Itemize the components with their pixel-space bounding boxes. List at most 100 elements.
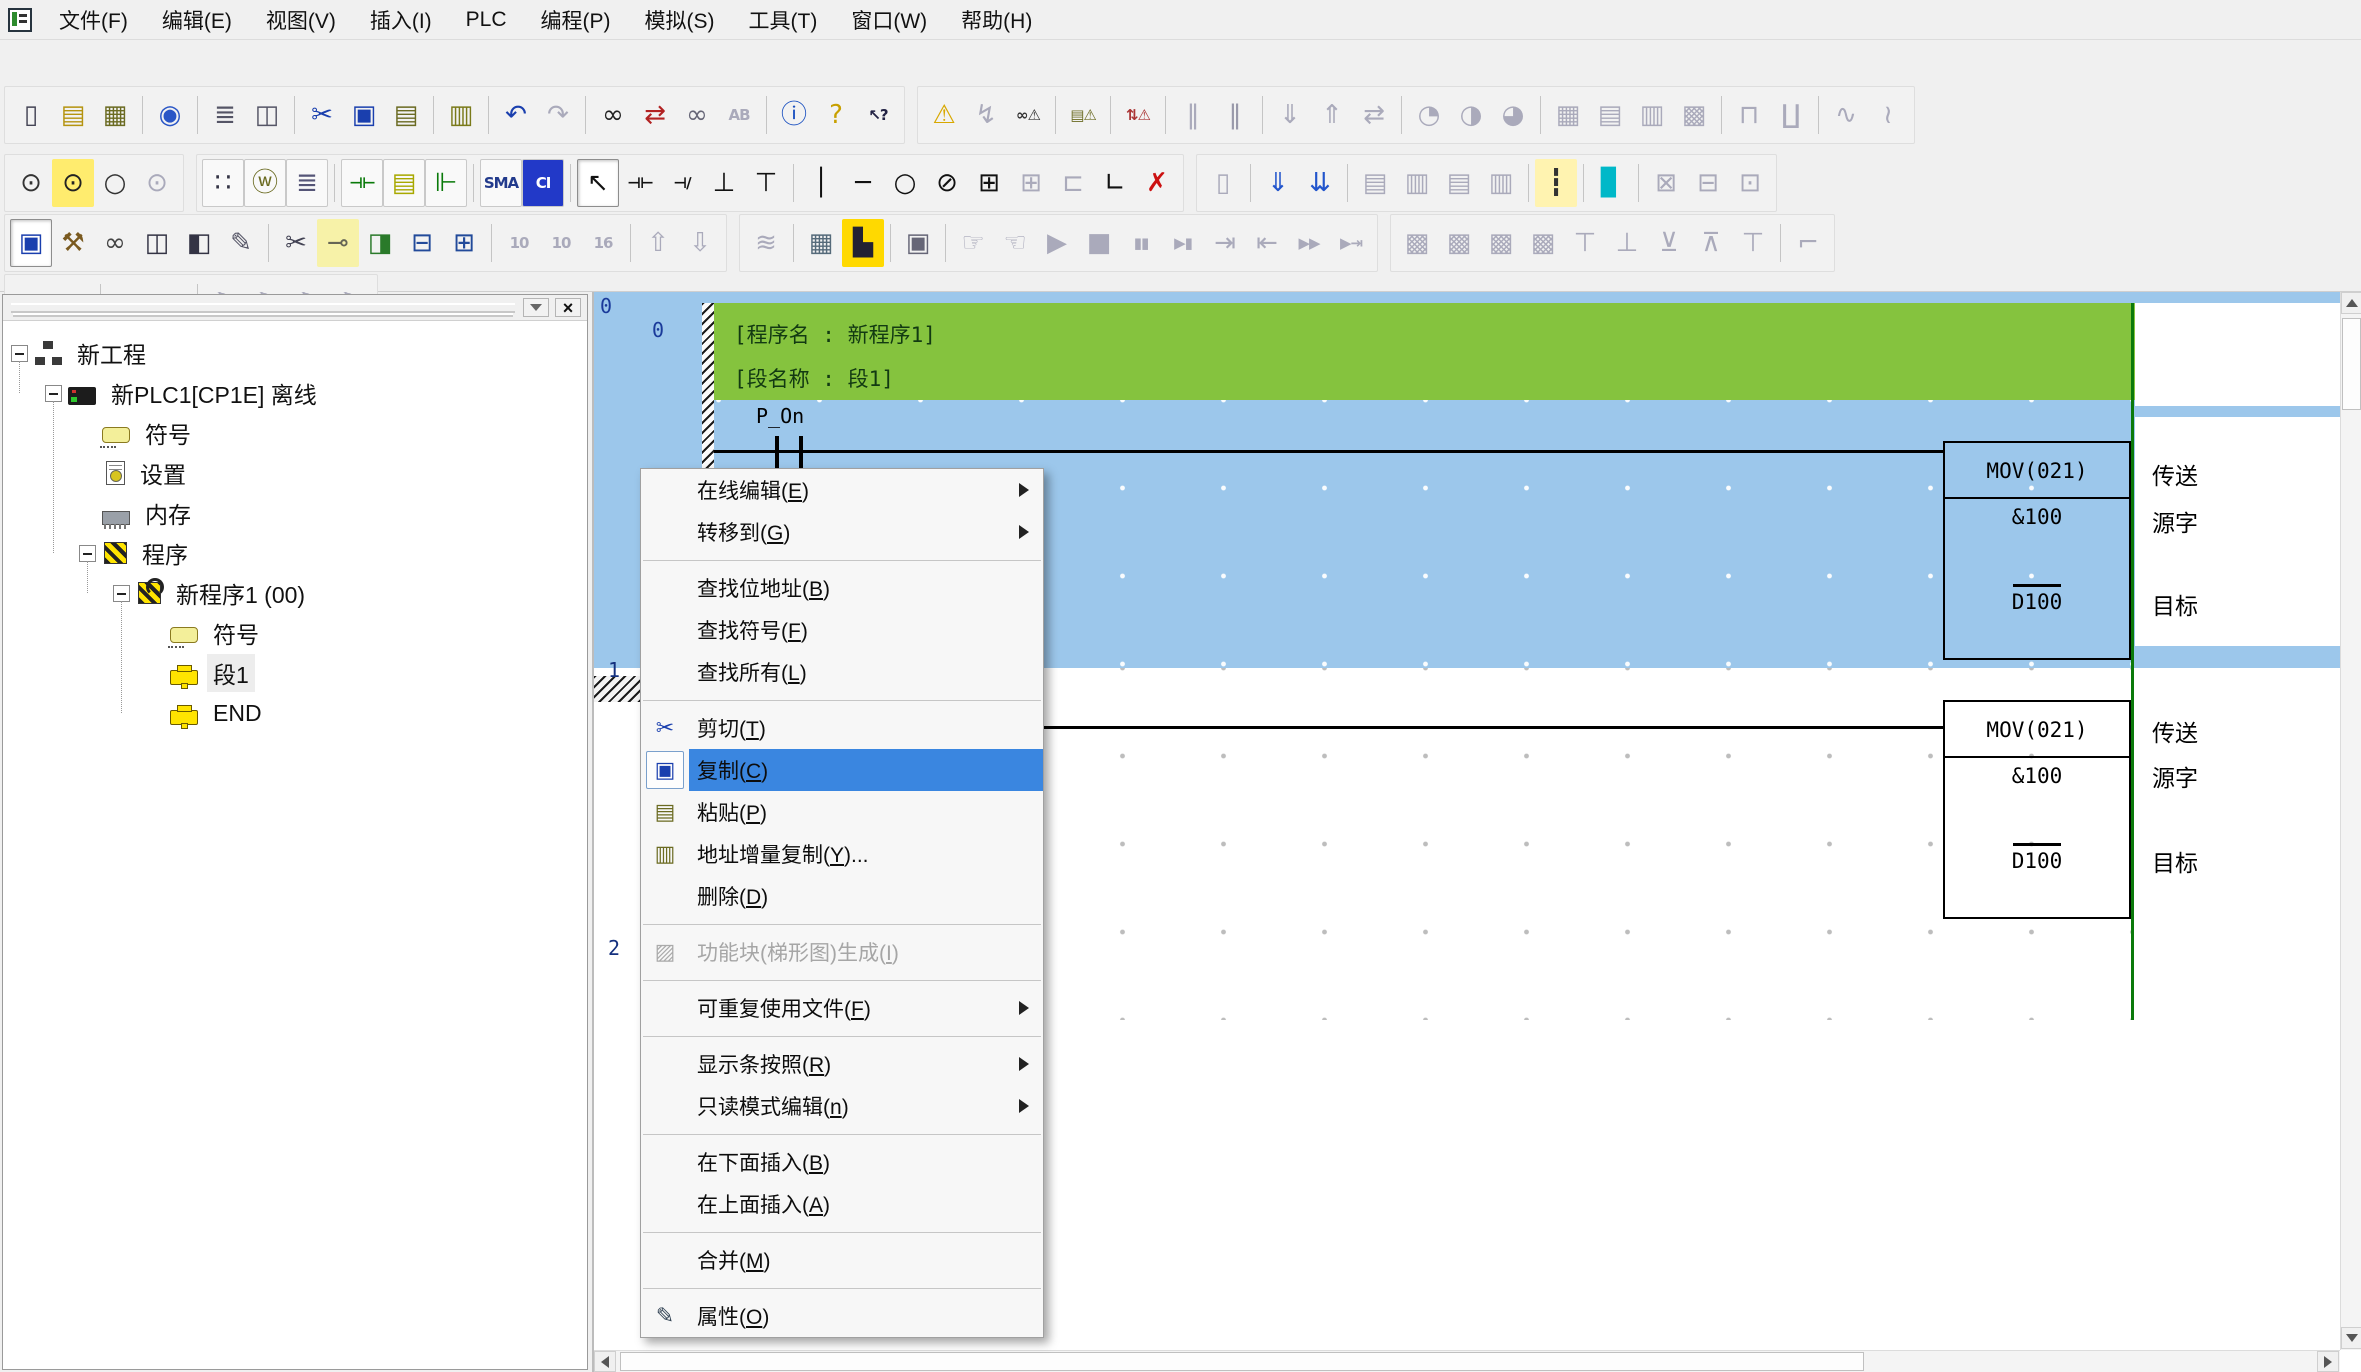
horizontal-scrollbar[interactable] <box>594 1350 2340 1372</box>
workspace-drag-grip[interactable] <box>11 303 515 313</box>
context-menu-item-cut[interactable]: ✂剪切(T) <box>641 707 1043 749</box>
select-mode-icon[interactable]: ↖ <box>577 159 619 207</box>
simulator-save-icon[interactable]: ▦ <box>800 219 842 267</box>
zoom-in-icon[interactable]: ⊙ <box>10 159 52 207</box>
expand-box-program1[interactable] <box>113 585 130 602</box>
change-plc-model-icon[interactable]: ◉ <box>149 91 191 139</box>
show-diagram-window-icon[interactable]: ▣ <box>10 219 52 267</box>
new-file-icon[interactable]: ▯ <box>10 91 52 139</box>
context-menu-item-readonly-edit[interactable]: 只读模式编辑(n) <box>641 1085 1043 1127</box>
find-report-icon[interactable]: ∞⚠ <box>1007 91 1049 139</box>
expand-box-plc[interactable] <box>45 385 62 402</box>
new-instruction-icon[interactable]: ⊞ <box>968 159 1010 207</box>
expand-box-programs[interactable] <box>79 545 96 562</box>
scroll-up-button[interactable] <box>2341 292 2361 314</box>
tree-item-program1[interactable]: 新程序1 (00) <box>3 573 587 613</box>
context-menu-item-find-symbol[interactable]: 查找符号(F) <box>641 609 1043 651</box>
menubar-item-insert[interactable]: 插入(I) <box>353 0 449 39</box>
tree-item-settings[interactable]: 设置 <box>3 453 587 493</box>
work-online-simulator-icon[interactable]: ▙ <box>842 219 884 267</box>
new-or-contact-icon[interactable]: ⊥ <box>703 159 745 207</box>
save-icon[interactable]: ▦ <box>94 91 136 139</box>
menubar-item-help[interactable]: 帮助(H) <box>944 0 1049 39</box>
tree-item-plc[interactable]: 新PLC1[CP1E] 离线 <box>3 373 587 413</box>
zoom-out-icon[interactable]: ○ <box>94 159 136 207</box>
address-increment-paste-icon[interactable]: ▥ <box>440 91 482 139</box>
view-local-symbols-icon[interactable]: ∞ <box>94 219 136 267</box>
context-menu-item-properties[interactable]: ✎属性(O) <box>641 1295 1043 1337</box>
rung-wrapping-icon[interactable]: ✎ <box>220 219 262 267</box>
tree-item-memory[interactable]: 内存 <box>3 493 587 533</box>
online-transfer-check-icon[interactable]: ⇅⚠ <box>1117 91 1159 139</box>
new-or-closed-contact-icon[interactable]: ⊤ <box>745 159 787 207</box>
context-menu-item-reusable-file[interactable]: 可重复使用文件(F) <box>641 987 1043 1029</box>
new-closed-contact-icon[interactable]: ⊣∕ <box>661 159 703 207</box>
print-preview-icon[interactable]: ◫ <box>246 91 288 139</box>
context-menu-item-address-increment-copy[interactable]: ▥地址增量复制(Y)... <box>641 833 1043 875</box>
context-menu-item-insert-below[interactable]: 在下面插入(B) <box>641 1141 1043 1183</box>
destination-operand[interactable]: D100 <box>1945 849 2129 873</box>
tree-item-symbols-global[interactable]: 符号 <box>3 413 587 453</box>
show-rung-annotation-icon[interactable]: ≣ <box>286 159 328 207</box>
open-file-icon[interactable]: ▤ <box>52 91 94 139</box>
destination-operand[interactable]: D100 <box>1945 590 2129 614</box>
io-comment-window-icon[interactable]: ◧ <box>178 219 220 267</box>
new-coil-icon[interactable]: ○ <box>884 159 926 207</box>
symbol-table-icon[interactable]: ⊸ <box>317 219 359 267</box>
tree-item-project[interactable]: 新工程 <box>3 333 587 373</box>
horizontal-scroll-thumb[interactable] <box>620 1352 1864 1371</box>
show-comments-icon[interactable]: ⓦ <box>244 159 286 207</box>
tree-item-programs[interactable]: 程序 <box>3 533 587 573</box>
menubar-item-window[interactable]: 窗口(W) <box>834 0 944 39</box>
expand-box-project[interactable] <box>11 345 28 362</box>
workspace-titlebar[interactable]: × <box>3 295 587 321</box>
view-tree-icon[interactable]: ⊩ <box>425 159 467 207</box>
watch-window-icon[interactable]: ⊟ <box>401 219 443 267</box>
function-block-generate-icon[interactable]: ▊ <box>1590 159 1632 207</box>
context-menu-item-merge[interactable]: 合并(M) <box>641 1239 1043 1281</box>
vertical-scrollbar[interactable] <box>2340 292 2361 1350</box>
print-icon[interactable]: ≣ <box>204 91 246 139</box>
scroll-left-button[interactable] <box>594 1351 616 1372</box>
source-operand[interactable]: &100 <box>1945 505 2129 529</box>
context-menu-item-find-all[interactable]: 查找所有(L) <box>641 651 1043 693</box>
address-reference-tool-icon[interactable]: ⊞ <box>443 219 485 267</box>
scroll-down-button[interactable] <box>2341 1327 2361 1349</box>
find-icon[interactable]: ∞ <box>592 91 634 139</box>
menubar-item-tools[interactable]: 工具(T) <box>732 0 835 39</box>
toolbox-icon[interactable]: ⚒ <box>52 219 94 267</box>
paste-icon[interactable]: ▤ <box>385 91 427 139</box>
copy-icon[interactable]: ▣ <box>343 91 385 139</box>
cut-icon[interactable]: ✂ <box>301 91 343 139</box>
view-ladder-icon[interactable]: ▤ <box>383 159 425 207</box>
context-menu-item-go-to[interactable]: 转移到(G) <box>641 511 1043 553</box>
view-ci-dialog-icon[interactable]: CI <box>522 159 564 207</box>
mov-instruction-block-1[interactable]: MOV(021) &100 D100 <box>1943 441 2131 660</box>
new-vertical-line-icon[interactable]: │ <box>800 159 842 207</box>
context-menu-item-paste[interactable]: ▤粘贴(P) <box>641 791 1043 833</box>
new-contact-icon[interactable]: ⊣⊢ <box>619 159 661 207</box>
workspace-dropdown-button[interactable] <box>523 298 549 317</box>
about-icon[interactable]: ⓘ <box>773 91 815 139</box>
line-delete-icon[interactable]: ✗ <box>1136 159 1178 207</box>
zoom-to-fit-icon[interactable]: ⊙ <box>52 159 94 207</box>
scroll-right-button[interactable] <box>2317 1351 2339 1372</box>
monitor-window-icon[interactable]: ◫ <box>136 219 178 267</box>
search-project-icon[interactable]: ∞ <box>676 91 718 139</box>
context-menu-item-find-bit-address[interactable]: 查找位地址(B) <box>641 567 1043 609</box>
tree-item-end[interactable]: END <box>3 693 587 733</box>
vertical-scroll-thumb[interactable] <box>2342 318 2361 410</box>
transfer-check-icon[interactable]: ▤⚠ <box>1062 91 1104 139</box>
context-menu-item-insert-above[interactable]: 在上面插入(A) <box>641 1183 1043 1225</box>
context-menu-item-copy[interactable]: ▣复制(C) <box>641 749 1043 791</box>
help-icon[interactable]: ? <box>815 91 857 139</box>
workspace-close-button[interactable]: × <box>555 298 581 317</box>
send-online-edit-changes-icon[interactable]: ⇓ <box>1257 159 1299 207</box>
menubar-item-view[interactable]: 视图(V) <box>249 0 353 39</box>
tree-item-symbols-local[interactable]: 符号 <box>3 613 587 653</box>
section-list-icon[interactable]: ◨ <box>359 219 401 267</box>
menubar-item-program[interactable]: 编程(P) <box>524 0 628 39</box>
undo-icon[interactable]: ↶ <box>495 91 537 139</box>
tree-item-section1[interactable]: 段1 <box>3 653 587 693</box>
compile-program-check-icon[interactable]: ⚠ <box>923 91 965 139</box>
